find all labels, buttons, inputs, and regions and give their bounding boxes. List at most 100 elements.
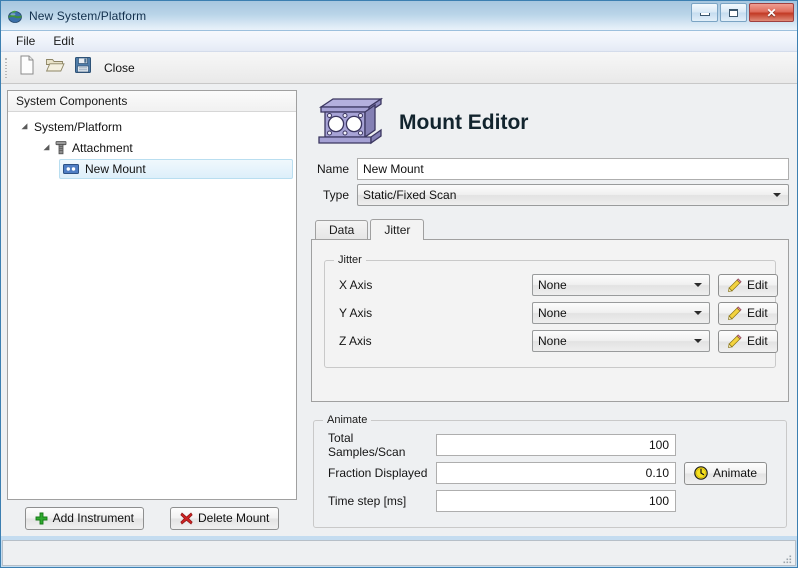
maximize-icon	[729, 9, 738, 17]
animate-row-time-step: Time step [ms]	[328, 487, 772, 515]
animate-button[interactable]: Animate	[684, 462, 767, 485]
fraction-displayed-label: Fraction Displayed	[328, 466, 428, 480]
add-instrument-label: Add Instrument	[53, 511, 134, 525]
collapse-arrow-icon[interactable]	[18, 120, 32, 134]
delete-x-icon	[180, 512, 193, 525]
menu-bar: File Edit	[1, 31, 797, 52]
bolt-icon	[54, 140, 68, 155]
tree-node-selection: New Mount	[59, 159, 293, 179]
application-window: New System/Platform ✕ File Edit	[0, 0, 798, 568]
chevron-down-icon	[694, 311, 702, 315]
status-bar	[2, 540, 796, 566]
z-axis-label: Z Axis	[339, 334, 524, 348]
total-samples-input[interactable]	[436, 434, 676, 456]
add-instrument-button[interactable]: Add Instrument	[25, 507, 144, 530]
close-button[interactable]: ✕	[749, 3, 794, 22]
globe-icon	[7, 8, 23, 24]
clock-icon	[694, 466, 708, 480]
z-axis-edit-button[interactable]: Edit	[718, 330, 778, 353]
page-title: Mount Editor	[399, 111, 528, 135]
animate-button-cell: Animate	[684, 462, 772, 485]
tree-node-label: New Mount	[83, 162, 146, 176]
pencil-icon	[728, 334, 742, 348]
animate-groupbox: Animate Total Samples/Scan Fraction Disp…	[313, 420, 787, 528]
y-axis-edit-button[interactable]: Edit	[718, 302, 778, 325]
window-controls: ✕	[691, 3, 794, 22]
animate-row-fraction-displayed: Fraction Displayed	[328, 459, 772, 487]
y-axis-combobox-value: None	[538, 306, 567, 320]
tree-node-label: Attachment	[70, 141, 133, 155]
window-title: New System/Platform	[29, 9, 146, 23]
type-combobox-value: Static/Fixed Scan	[363, 188, 456, 202]
tree-node-new-mount[interactable]: New Mount	[8, 158, 296, 179]
tree-node-attachment[interactable]: Attachment	[8, 137, 296, 158]
mount-editor-panel: Mount Editor Name Type Static/Fixed Scan…	[305, 90, 791, 536]
menu-file[interactable]: File	[7, 32, 44, 50]
name-input[interactable]	[357, 158, 789, 180]
type-label: Type	[311, 188, 349, 202]
toolbar-grip[interactable]	[4, 57, 9, 79]
y-axis-edit-label: Edit	[747, 306, 768, 320]
plus-icon	[35, 512, 48, 525]
resize-grip-icon[interactable]	[781, 552, 793, 564]
close-icon: ✕	[766, 6, 776, 20]
x-axis-combobox[interactable]: None	[532, 274, 710, 296]
name-label: Name	[311, 162, 349, 176]
z-axis-combobox[interactable]: None	[532, 330, 710, 352]
x-axis-edit-button[interactable]: Edit	[718, 274, 778, 297]
chevron-down-icon	[694, 339, 702, 343]
animate-group-title: Animate	[323, 414, 371, 426]
chevron-down-icon	[694, 283, 702, 287]
jitter-row-x: X Axis None	[339, 271, 761, 299]
y-axis-combobox[interactable]: None	[532, 302, 710, 324]
delete-mount-button[interactable]: Delete Mount	[170, 507, 279, 530]
tree-header-label: System Components	[8, 91, 296, 112]
tab-jitter[interactable]: Jitter	[370, 219, 424, 240]
jitter-row-z: Z Axis None	[339, 327, 761, 355]
toolbar-close-button[interactable]: Close	[97, 56, 144, 80]
minimize-icon	[700, 13, 710, 16]
system-components-tree: System Components System/Platform	[7, 90, 297, 500]
save-file-button[interactable]	[69, 55, 97, 81]
chevron-down-icon	[773, 193, 781, 197]
floppy-save-icon	[74, 56, 92, 79]
title-bar: New System/Platform ✕	[1, 1, 797, 31]
time-step-label: Time step [ms]	[328, 494, 428, 508]
x-axis-label: X Axis	[339, 278, 524, 292]
open-folder-icon	[45, 56, 65, 79]
components-panel: System Components System/Platform	[7, 90, 297, 536]
jitter-group-title: Jitter	[334, 254, 366, 266]
mount-small-icon	[63, 163, 79, 175]
z-axis-combobox-value: None	[538, 334, 567, 348]
toolbar: Close	[1, 52, 797, 84]
jitter-tab-panel: Jitter X Axis None	[311, 239, 789, 402]
total-samples-label: Total Samples/Scan	[328, 431, 428, 459]
new-document-icon	[18, 55, 36, 80]
tree-action-buttons: Add Instrument Delete Mount	[7, 500, 297, 536]
tree-node-system-platform[interactable]: System/Platform	[8, 116, 296, 137]
maximize-button[interactable]	[720, 3, 747, 22]
type-combobox[interactable]: Static/Fixed Scan	[357, 184, 789, 206]
time-step-input[interactable]	[436, 490, 676, 512]
z-axis-edit-label: Edit	[747, 334, 768, 348]
delete-mount-label: Delete Mount	[198, 511, 269, 525]
client-area: System Components System/Platform	[1, 84, 797, 536]
minimize-button[interactable]	[691, 3, 718, 22]
animate-section: Animate Total Samples/Scan Fraction Disp…	[311, 412, 789, 528]
menu-edit[interactable]: Edit	[44, 32, 83, 50]
mount-bracket-icon	[317, 93, 385, 154]
pencil-icon	[728, 306, 742, 320]
tab-data[interactable]: Data	[315, 220, 368, 239]
name-field-row: Name	[311, 156, 789, 182]
type-field-row: Type Static/Fixed Scan	[311, 182, 789, 208]
tree-node-label: System/Platform	[32, 120, 122, 134]
fraction-displayed-input[interactable]	[436, 462, 676, 484]
collapse-arrow-icon[interactable]	[40, 141, 54, 155]
jitter-row-y: Y Axis None	[339, 299, 761, 327]
jitter-groupbox: Jitter X Axis None	[324, 260, 776, 368]
x-axis-edit-label: Edit	[747, 278, 768, 292]
editor-header: Mount Editor	[311, 90, 789, 156]
open-file-button[interactable]	[41, 55, 69, 81]
tab-strip: Data Jitter	[311, 218, 789, 239]
new-file-button[interactable]	[13, 55, 41, 81]
